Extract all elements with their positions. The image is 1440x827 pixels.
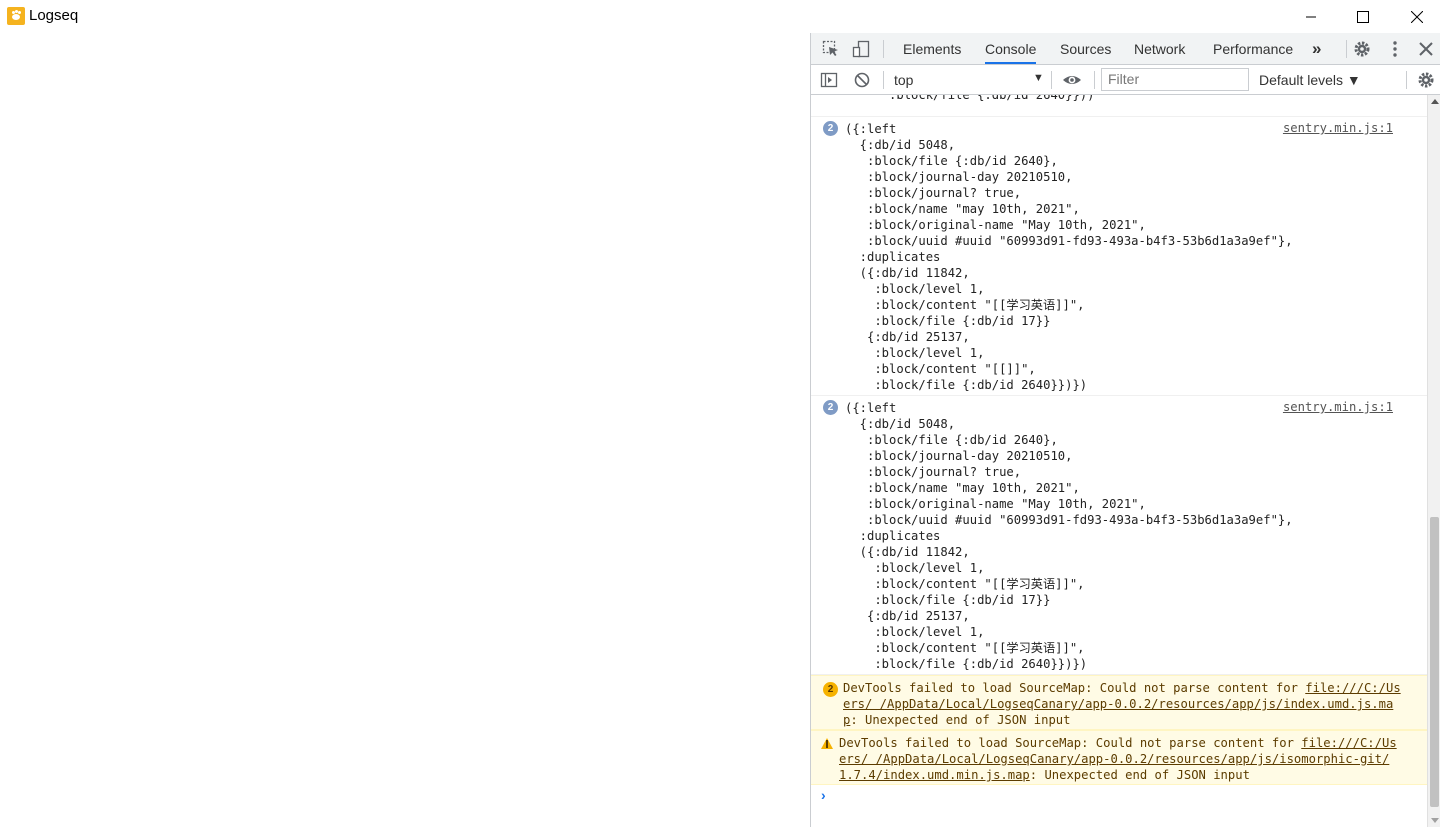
close-icon	[1411, 10, 1423, 23]
console-prompt-icon[interactable]: ›	[821, 787, 826, 803]
close-devtools-button[interactable]	[1416, 39, 1436, 59]
window-title: Logseq	[29, 7, 79, 24]
devtools-tabbar: Elements Console Sources Network Perform…	[811, 33, 1440, 65]
tab-performance[interactable]: Performance	[1213, 33, 1293, 64]
console-output[interactable]: :block/file {:db/id 2640}})) 2 sentry.mi…	[811, 95, 1427, 827]
minimize-icon	[1306, 16, 1316, 17]
console-warning[interactable]: DevTools failed to load SourceMap: Could…	[811, 730, 1427, 785]
settings-button[interactable]	[1352, 39, 1372, 59]
repeat-count-badge: 2	[823, 682, 838, 697]
close-icon	[1419, 42, 1433, 56]
log-levels-dropdown[interactable]: Default levels ▼	[1259, 72, 1361, 88]
scroll-up-arrow-icon[interactable]	[1431, 99, 1439, 104]
toolbar-divider	[883, 71, 884, 89]
window-titlebar: Logseq	[0, 0, 1440, 33]
eye-icon	[1063, 76, 1081, 84]
maximize-icon	[1357, 10, 1369, 23]
inspect-element-button[interactable]	[821, 39, 841, 59]
toolbar-divider	[883, 40, 884, 58]
maximize-button[interactable]	[1336, 0, 1390, 33]
console-scrollbar[interactable]	[1427, 95, 1440, 827]
console-message-fragment: :block/file {:db/id 2640}}))	[811, 95, 1427, 117]
chevron-down-icon[interactable]: ▼	[1033, 72, 1044, 84]
clear-icon	[854, 72, 870, 88]
kebab-menu-icon	[1393, 41, 1397, 57]
filter-input[interactable]: Filter	[1101, 68, 1249, 91]
repeat-count-badge: 2	[823, 121, 838, 136]
device-mode-icon	[852, 40, 870, 58]
logseq-logo-icon	[7, 7, 25, 25]
console-settings-button[interactable]	[1416, 70, 1436, 90]
context-selector[interactable]: top	[894, 72, 913, 88]
toolbar-divider	[1051, 71, 1052, 89]
live-expression-button[interactable]	[1062, 70, 1082, 90]
inspect-cursor-icon	[822, 40, 838, 56]
gear-icon	[1418, 72, 1434, 88]
log-text: ({:left {:db/id 5048, :block/file {:db/i…	[845, 122, 1293, 392]
toolbar-divider	[1094, 71, 1095, 89]
log-text: ({:left {:db/id 5048, :block/file {:db/i…	[845, 401, 1293, 671]
toolbar-divider	[1406, 71, 1407, 89]
repeat-count-badge: 2	[823, 400, 838, 415]
warning-text: DevTools failed to load SourceMap: Could…	[839, 736, 1397, 782]
devtools-panel: Elements Console Sources Network Perform…	[810, 33, 1440, 827]
scroll-down-arrow-icon[interactable]	[1431, 818, 1439, 823]
tab-sources[interactable]: Sources	[1060, 33, 1111, 64]
tab-network[interactable]: Network	[1134, 33, 1185, 64]
console-toolbar: top ▼ Filter Default levels ▼	[811, 65, 1440, 95]
customize-menu-button[interactable]	[1385, 39, 1405, 59]
tab-console[interactable]: Console	[985, 33, 1037, 64]
warning-text: DevTools failed to load SourceMap: Could…	[843, 681, 1401, 727]
gear-icon	[1354, 41, 1370, 57]
console-warning[interactable]: 2 DevTools failed to load SourceMap: Cou…	[811, 675, 1427, 730]
tab-elements[interactable]: Elements	[903, 33, 961, 64]
console-message[interactable]: 2 sentry.min.js:1 ({:left {:db/id 5048, …	[811, 396, 1427, 675]
more-tabs-button[interactable]: »	[1312, 33, 1321, 64]
device-toolbar-button[interactable]	[851, 39, 871, 59]
source-link[interactable]: sentry.min.js:1	[1283, 121, 1393, 135]
sidebar-toggle-icon	[820, 72, 838, 88]
toolbar-divider	[1346, 40, 1347, 58]
console-message[interactable]: 2 sentry.min.js:1 ({:left {:db/id 5048, …	[811, 117, 1427, 396]
scrollbar-thumb[interactable]	[1430, 517, 1439, 807]
minimize-button[interactable]	[1284, 0, 1338, 33]
show-sidebar-button[interactable]	[819, 70, 839, 90]
source-link[interactable]: sentry.min.js:1	[1283, 400, 1393, 414]
close-window-button[interactable]	[1390, 0, 1440, 33]
clear-console-button[interactable]	[852, 70, 872, 90]
warning-icon-mark	[826, 740, 828, 748]
